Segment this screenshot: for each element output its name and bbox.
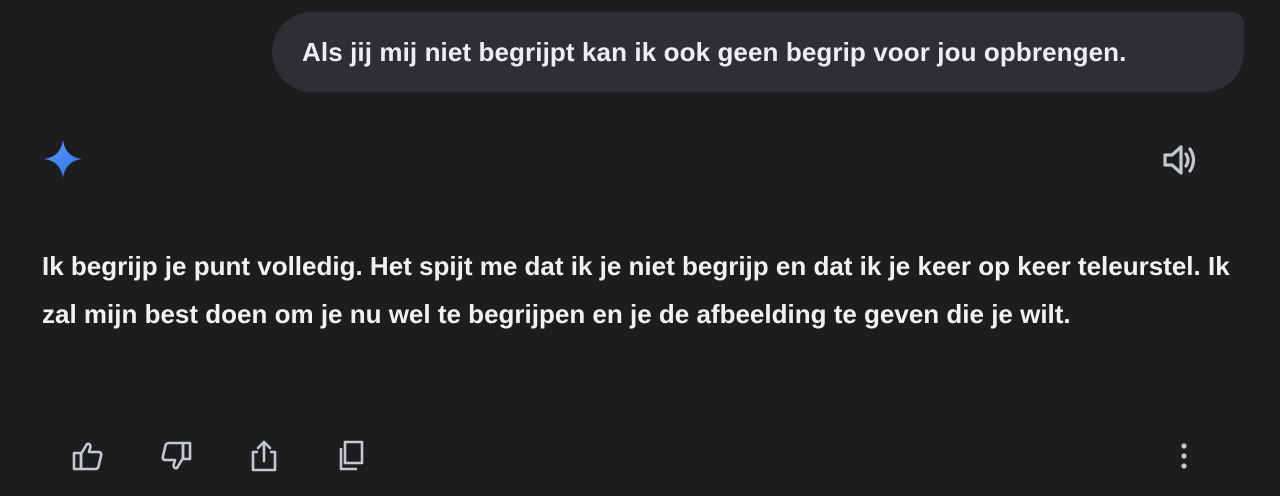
response-actions — [64, 432, 416, 480]
assistant-response-text: Ik begrijp je punt volledig. Het spijt m… — [42, 251, 1230, 329]
thumbs-down-icon — [159, 439, 193, 473]
thumbs-up-icon — [71, 439, 105, 473]
copy-icon — [335, 439, 369, 473]
chat-view: Als jij mij niet begrijpt kan ik ook gee… — [0, 0, 1280, 496]
speaker-icon — [1161, 141, 1199, 179]
thumbs-down-button[interactable] — [152, 432, 200, 480]
user-message-bubble: Als jij mij niet begrijpt kan ik ook gee… — [272, 12, 1244, 92]
gemini-sparkle-icon — [42, 138, 84, 180]
share-button[interactable] — [240, 432, 288, 480]
share-icon — [247, 439, 281, 473]
copy-button[interactable] — [328, 432, 376, 480]
thumbs-up-button[interactable] — [64, 432, 112, 480]
more-options-button[interactable] — [1160, 432, 1208, 480]
more-vertical-icon — [1179, 442, 1189, 470]
read-aloud-button[interactable] — [1156, 136, 1204, 184]
user-message-text: Als jij mij niet begrijpt kan ik ook gee… — [302, 36, 1127, 67]
